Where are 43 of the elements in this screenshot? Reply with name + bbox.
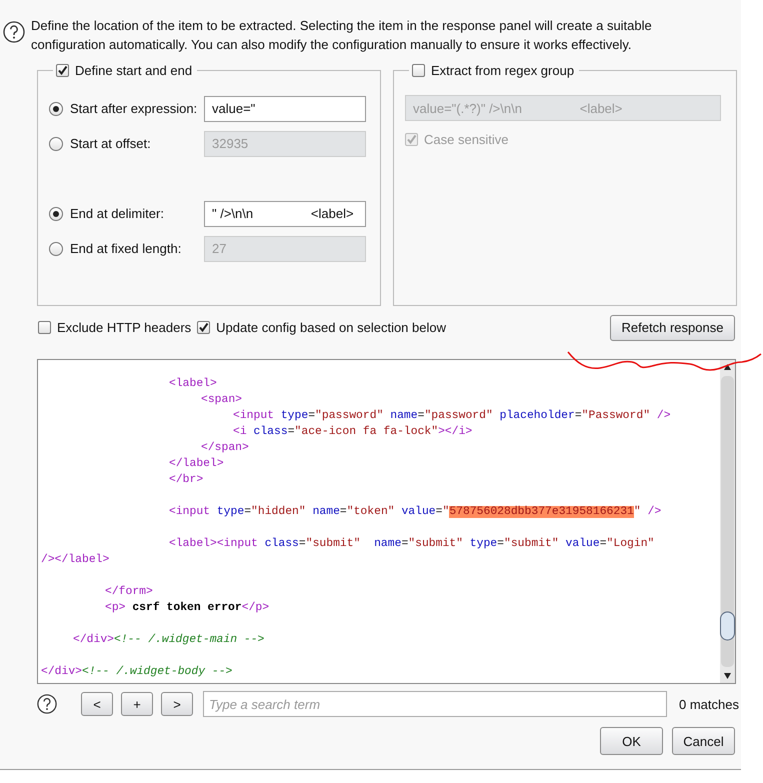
code-line: </form>	[104, 586, 153, 598]
refetch-button[interactable]: Refetch response	[610, 314, 735, 340]
group-title: Extract from regex group	[431, 63, 574, 78]
code-line: </br>	[168, 474, 204, 486]
text-field[interactable]: value="	[204, 96, 366, 122]
text-field[interactable]: " />\n\n <label>	[204, 200, 366, 226]
radio-button[interactable]	[49, 102, 63, 116]
code-line: <input type="password" name="password" placeholder="Password" />	[232, 410, 671, 422]
description-text: Define the location of the item to be extracted. Selecting the item in the response panel will create a suitable configuration automatically. You can also modify the configuration manually to ensure it works effectively.	[31, 17, 653, 54]
checkbox[interactable]	[38, 321, 51, 334]
match-count: 0 matches	[679, 696, 739, 712]
code-line: </span>	[200, 442, 249, 454]
code-line: /></label>	[41, 554, 110, 566]
group-title: Define start and end	[75, 63, 192, 78]
code-line: <i class="ace-icon fa fa-lock"></i>	[232, 426, 472, 438]
code-line: <label>	[168, 378, 217, 390]
checkbox-label: Case sensitive	[424, 132, 509, 147]
code-line: </div><!-- /.widget-main -->	[72, 634, 264, 646]
radio-button[interactable]	[49, 206, 63, 220]
code-line: </label>	[168, 458, 224, 470]
code-line: <span>	[200, 394, 242, 406]
radio-label: End at delimiter:	[70, 206, 164, 221]
search-nav-button[interactable]: +	[121, 692, 153, 716]
ok-button[interactable]: OK	[600, 727, 663, 755]
checkbox-label: Update config based on selection below	[216, 320, 446, 335]
code-line: </div><!-- /.widget-body -->	[41, 666, 232, 678]
scrollbar[interactable]	[720, 360, 735, 683]
checkbox[interactable]	[56, 64, 69, 77]
checkbox[interactable]	[197, 321, 210, 334]
code-line: <label><input class="submit" name="submit" type="submit" value="Login"	[168, 538, 654, 550]
search-field[interactable]: Type a search term	[203, 691, 667, 717]
radio-label: End at fixed length:	[70, 241, 182, 256]
checkbox-label: Exclude HTTP headers	[57, 320, 192, 335]
checkbox[interactable]	[412, 64, 425, 77]
search-nav-button[interactable]: >	[161, 692, 193, 716]
help-icon[interactable]	[3, 21, 25, 43]
radio-label: Start after expression:	[70, 101, 198, 116]
radio-label: Start at offset:	[70, 136, 151, 151]
search-nav-button[interactable]: <	[81, 692, 113, 716]
cancel-button[interactable]: Cancel	[672, 727, 735, 755]
code-line: <input type="hidden" name="token" value="578756028dbb377e31958166231" />	[168, 506, 662, 518]
code-line: <p> csrf token error</p>	[104, 602, 270, 614]
help-icon[interactable]	[37, 694, 57, 714]
